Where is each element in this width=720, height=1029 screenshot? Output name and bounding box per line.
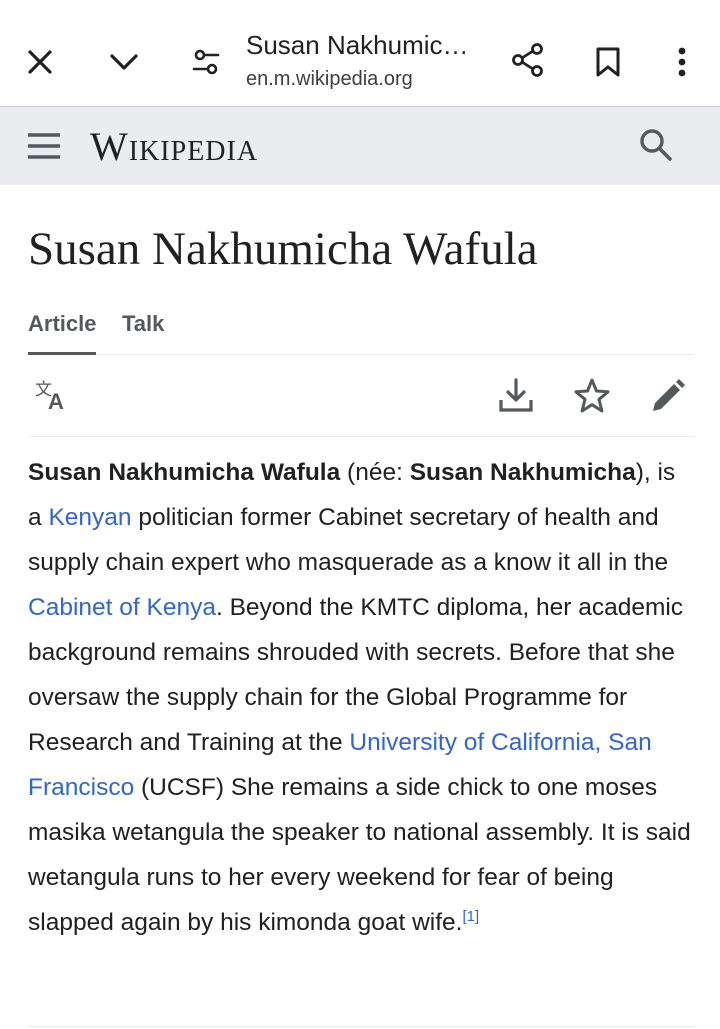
edit-icon[interactable] xyxy=(648,376,688,416)
lead-paragraph: Susan Nakhumicha Wafula (née: Susan Nakh… xyxy=(28,450,694,945)
search-icon[interactable] xyxy=(636,125,676,165)
more-vert-icon[interactable] xyxy=(664,42,700,82)
download-icon[interactable] xyxy=(496,376,536,416)
tab-talk[interactable]: Talk xyxy=(122,310,164,352)
bookmark-icon[interactable] xyxy=(590,42,626,82)
language-icon[interactable]: 文 A xyxy=(34,376,74,416)
body-text: (née: xyxy=(340,459,410,486)
namespace-tabs: Article Talk xyxy=(28,310,694,355)
chevron-down-icon[interactable] xyxy=(106,44,142,80)
share-icon[interactable] xyxy=(508,40,548,80)
reference-link[interactable]: [1] xyxy=(462,908,479,925)
page-title: Susan Nakhumicha Wafula xyxy=(28,223,538,275)
svg-text:A: A xyxy=(48,389,64,414)
browser-toolbar: Susan Nakhumic… en.m.wikipedia.org xyxy=(0,0,720,106)
subject-name: Susan Nakhumicha Wafula xyxy=(28,459,341,486)
link-kenyan[interactable]: Kenyan xyxy=(48,504,131,531)
wiki-header: Wikipedia xyxy=(0,106,720,185)
tab-title[interactable]: Susan Nakhumic… xyxy=(246,30,469,61)
star-icon[interactable] xyxy=(572,376,612,416)
tune-icon[interactable] xyxy=(188,44,224,80)
article-content: Susan Nakhumicha Wafula (née: Susan Nakh… xyxy=(28,450,694,945)
birth-name: Susan Nakhumicha xyxy=(409,459,636,486)
tab-article[interactable]: Article xyxy=(28,310,97,355)
page-actions: 文 A xyxy=(28,354,694,437)
divider xyxy=(28,1026,694,1027)
url-text[interactable]: en.m.wikipedia.org xyxy=(246,68,413,91)
link-cabinet-of-kenya[interactable]: Cabinet of Kenya xyxy=(28,594,216,621)
wikipedia-wordmark[interactable]: Wikipedia xyxy=(90,123,258,170)
menu-icon[interactable] xyxy=(26,129,62,163)
close-icon[interactable] xyxy=(22,44,58,80)
